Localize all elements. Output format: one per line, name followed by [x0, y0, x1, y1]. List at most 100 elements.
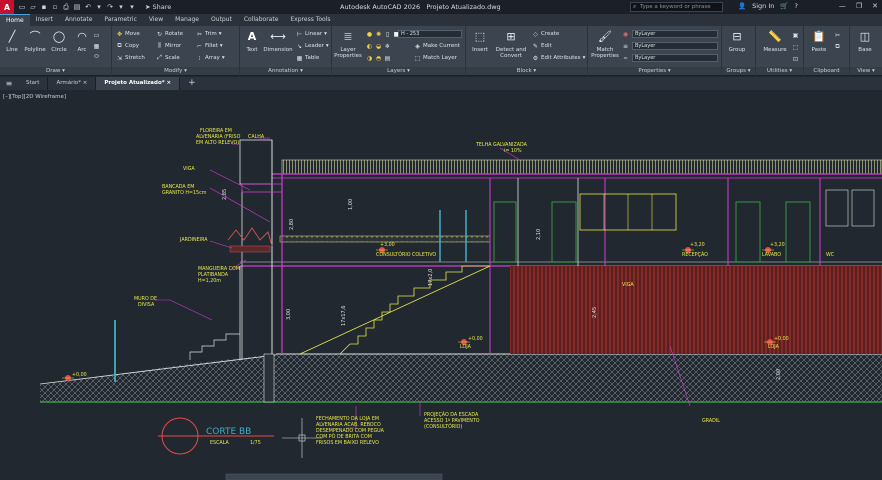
- layer-toggle-icons[interactable]: ● ✺ ▯ ■: [366, 29, 400, 39]
- panel-title-utilities[interactable]: Utilities ▾: [756, 67, 803, 75]
- section-scale-label: ESCALA: [210, 440, 229, 446]
- tab-collaborate[interactable]: Collaborate: [238, 14, 285, 26]
- line-button[interactable]: ╱ Line: [0, 29, 24, 53]
- arc-button[interactable]: ◠ Arc: [70, 29, 94, 53]
- minimize-icon[interactable]: —: [839, 2, 846, 10]
- panel-title-clipboard[interactable]: Clipboard: [804, 67, 849, 75]
- stretch-button[interactable]: ⇲ Stretch: [116, 53, 145, 63]
- copy-button[interactable]: ⧉ Copy: [116, 41, 139, 51]
- layer-tools-row[interactable]: ◐ ◒ ❄: [366, 41, 391, 51]
- trim-button[interactable]: ✂ Trim ▾: [196, 29, 221, 39]
- tab-insert[interactable]: Insert: [30, 14, 59, 26]
- panel-title-draw[interactable]: Draw ▾: [0, 67, 111, 75]
- tab-view[interactable]: View: [143, 14, 169, 26]
- menu-icon[interactable]: ≡: [0, 79, 18, 88]
- application-menu-button[interactable]: A: [0, 0, 14, 14]
- dimension-button[interactable]: ⟷ Dimension: [262, 29, 294, 53]
- close-tab-icon[interactable]: ×: [83, 80, 88, 86]
- text-button[interactable]: A Text: [240, 29, 264, 53]
- cart-icon[interactable]: 🛒: [780, 2, 788, 10]
- panel-title-block[interactable]: Block ▾: [466, 67, 587, 75]
- measure-button[interactable]: 📏 Measure: [760, 29, 790, 53]
- match-properties-button[interactable]: 🖌 Match Properties: [590, 29, 620, 59]
- doctab-armario[interactable]: Armário* ×: [48, 77, 97, 90]
- leader-button[interactable]: ↘ Leader ▾: [296, 41, 329, 51]
- insert-button[interactable]: ⬚ Insert: [468, 29, 492, 53]
- move-button[interactable]: ✥ Move: [116, 29, 140, 39]
- customize-qat-icon[interactable]: ▾: [128, 3, 136, 11]
- doctab-projeto[interactable]: Projeto Atualizado* ×: [96, 77, 181, 90]
- copy-clip-tool[interactable]: ⧉: [834, 42, 841, 52]
- restore-icon[interactable]: ❐: [856, 2, 862, 10]
- panel-title-view[interactable]: View ▾: [850, 67, 882, 75]
- lineweight-dropdown[interactable]: ByLayer: [632, 42, 718, 50]
- edit-block-button[interactable]: ✎ Edit: [532, 41, 552, 51]
- tab-home[interactable]: Home: [0, 14, 30, 26]
- print-icon[interactable]: ▤: [73, 3, 81, 11]
- share-button[interactable]: ➤ Share: [145, 3, 171, 11]
- redo-icon[interactable]: ↷: [106, 3, 114, 11]
- cut-tool[interactable]: ✂: [834, 30, 841, 40]
- undo-icon[interactable]: ↶: [84, 3, 92, 11]
- layer-dropdown[interactable]: H - 253: [398, 30, 462, 38]
- new-tab-button[interactable]: +: [180, 77, 204, 90]
- panel-title-layers[interactable]: Layers ▾: [332, 67, 465, 75]
- close-icon[interactable]: ✕: [872, 2, 878, 10]
- linear-button[interactable]: ⊢ Linear ▾: [296, 29, 327, 39]
- circle-button[interactable]: ◯ Circle: [47, 29, 71, 53]
- redo-dropdown-icon[interactable]: ▾: [117, 3, 125, 11]
- rotate-button[interactable]: ↻ Rotate: [156, 29, 183, 39]
- group-button[interactable]: ⊟ Group: [725, 29, 749, 53]
- label-mangueira-2: PLATIBANDA: [198, 272, 229, 278]
- edit-attributes-button[interactable]: ⚙ Edit Attributes ▾: [532, 53, 586, 63]
- help-icon[interactable]: ?: [794, 2, 797, 10]
- match-layer-button[interactable]: ⬚ Match Layer: [414, 53, 457, 63]
- command-line[interactable]: [225, 473, 443, 480]
- search-input[interactable]: ⌕ Type a keyword or phrase: [630, 2, 723, 12]
- mirror-button[interactable]: ⫼ Mirror: [156, 41, 181, 51]
- polyline-button[interactable]: ⌒ Polyline: [22, 29, 48, 53]
- utility-tool-3[interactable]: ⊡: [792, 54, 799, 64]
- panel-title-annotation[interactable]: Annotation ▾: [240, 67, 331, 75]
- make-current-button[interactable]: ◈ Make Current: [414, 41, 460, 51]
- base-button[interactable]: ◫ Base: [853, 29, 877, 53]
- open-icon[interactable]: ▱: [29, 3, 37, 11]
- hatch-tool[interactable]: ▦: [93, 41, 100, 51]
- paste-button[interactable]: 📋 Paste: [807, 29, 831, 53]
- table-button[interactable]: ▦ Table: [296, 53, 320, 63]
- tab-express-tools[interactable]: Express Tools: [284, 14, 336, 26]
- layer-tools-row-2[interactable]: ◑ ◓ ▤: [366, 53, 391, 63]
- panel-title-modify[interactable]: Modify ▾: [112, 67, 239, 75]
- layer-properties-button[interactable]: ≣ Layer Properties: [334, 29, 362, 59]
- viewport-controls[interactable]: [–][Top][2D Wireframe]: [3, 94, 66, 100]
- panel-title-groups[interactable]: Groups ▾: [722, 67, 755, 75]
- sign-in-button[interactable]: Sign In: [752, 2, 774, 10]
- title-bar: A ▭ ▱ ▪ ▫ ⎙ ▤ ↶ ▾ ↷ ▾ ▾ ➤ Share Autodesk…: [0, 0, 882, 14]
- new-icon[interactable]: ▭: [18, 3, 26, 11]
- doctab-start[interactable]: Start: [18, 77, 49, 90]
- utility-tool-2[interactable]: ⬚: [792, 42, 799, 52]
- utility-tool-1[interactable]: ▣: [792, 30, 799, 40]
- detect-convert-button[interactable]: ⊞ Detect and Convert: [494, 29, 528, 59]
- undo-dropdown-icon[interactable]: ▾: [95, 3, 103, 11]
- save-icon[interactable]: ▪: [40, 3, 48, 11]
- drawing-canvas[interactable]: [–][Top][2D Wireframe] 2,85 2,80 3,00 1,…: [0, 90, 882, 480]
- close-tab-icon[interactable]: ×: [167, 80, 172, 86]
- fillet-button[interactable]: ⌐ Fillet ▾: [196, 41, 223, 51]
- tab-parametric[interactable]: Parametric: [98, 14, 143, 26]
- scale-button[interactable]: ⤢ Scale: [156, 53, 180, 63]
- tab-output[interactable]: Output: [205, 14, 238, 26]
- linetype-dropdown[interactable]: ByLayer: [632, 54, 718, 62]
- rectangle-tool[interactable]: ▭: [93, 30, 100, 40]
- dim-8: 17x17,6: [341, 306, 347, 326]
- tab-manage[interactable]: Manage: [169, 14, 205, 26]
- panel-title-properties[interactable]: Properties ▾: [588, 67, 721, 75]
- user-icon[interactable]: 👤: [738, 2, 746, 10]
- color-dropdown[interactable]: ByLayer: [632, 30, 718, 38]
- ellipse-tool[interactable]: ⬭: [93, 52, 100, 62]
- array-button[interactable]: ⁝ Array ▾: [196, 53, 225, 63]
- save-as-icon[interactable]: ▫: [51, 3, 59, 11]
- plot-icon[interactable]: ⎙: [62, 3, 70, 11]
- tab-annotate[interactable]: Annotate: [59, 14, 98, 26]
- create-block-button[interactable]: ◇ Create: [532, 29, 559, 39]
